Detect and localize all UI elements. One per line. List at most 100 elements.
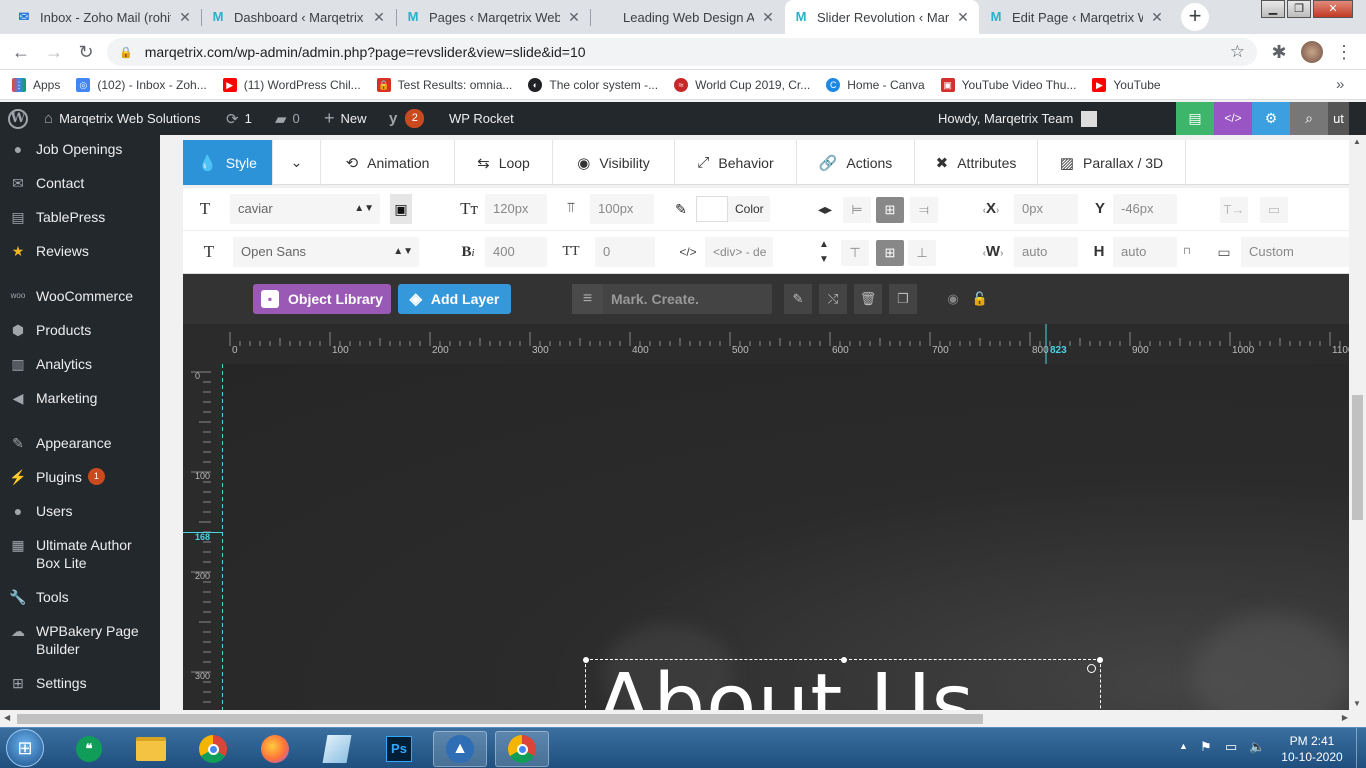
align-bottom-button[interactable]: ⊥ [908,240,936,266]
hamburger-icon[interactable]: ≡ [572,284,603,314]
edit-pencil-icon[interactable]: ✎ [784,284,812,314]
sidebar-item-woocommerce[interactable]: woo WooCommerce [0,287,160,305]
gear-icon[interactable]: ⚙ [1252,102,1290,135]
html-tag-select[interactable]: <div> - de [705,237,773,267]
bookmark-item[interactable]: ≈ World Cup 2019, Cr... [674,77,810,92]
browser-tab[interactable]: M Edit Page ‹ Marqetrix We ✕ [980,0,1173,34]
my-account-link[interactable]: Howdy, Marqetrix Team [938,102,1098,135]
scroll-right-icon[interactable]: ▶ [1342,713,1348,722]
slide-canvas[interactable]: 0 100 200 300 168 About Us [183,364,1349,710]
eye-toggle-icon[interactable]: ◉ [943,284,963,314]
tab-style[interactable]: 💧 Style [183,140,273,185]
shuffle-icon[interactable]: ⤭ [819,284,847,314]
sidebar-item-reviews[interactable]: ★ Reviews [0,242,160,260]
url-field[interactable]: 🔒 marqetrix.com/wp-admin/admin.php?page=… [107,38,1257,66]
new-tab-button[interactable]: + [1181,3,1209,31]
save-preset-icon[interactable]: ▣ [390,194,412,224]
color-swatch[interactable] [696,196,728,222]
taskbar-app-active[interactable] [495,731,549,767]
line-height-input[interactable]: 100px [590,194,654,224]
taskbar-app[interactable] [310,731,364,767]
duplicate-icon[interactable]: ❐ [889,284,917,314]
sidebar-item-users[interactable]: ● Users [0,502,160,520]
align-right-button[interactable]: ⫤ [910,197,938,223]
taskbar-app[interactable]: ❝ [62,731,116,767]
search-icon[interactable]: ⌕ [1290,102,1328,135]
extensions-icon[interactable]: ✱ [1267,40,1291,64]
close-icon[interactable]: ✕ [955,9,971,26]
tab-visibility[interactable]: ◉ Visibility [553,140,675,185]
browser-tab[interactable]: ✉ Inbox - Zoho Mail (rohit ✕ [8,0,201,34]
height-input[interactable]: auto [1113,237,1177,267]
network-icon[interactable]: ▭ [1225,739,1237,755]
width-input[interactable]: auto [1014,237,1078,267]
close-icon[interactable]: ✕ [177,9,193,26]
browser-tab[interactable]: M Dashboard ‹ Marqetrix W ✕ [202,0,395,34]
unlock-icon[interactable]: 🔓 [970,284,990,314]
scroll-thumb[interactable] [1352,395,1363,520]
taskbar-app[interactable] [186,731,240,767]
sidebar-item-products[interactable]: ⬢ Products [0,321,160,339]
maximize-button[interactable]: ❐ [1287,0,1311,18]
font-weight-input[interactable]: 400 [485,237,547,267]
resize-handle[interactable] [583,657,589,663]
tab-behavior[interactable]: ⤢ Behavior [675,140,797,185]
taskbar-app[interactable] [124,731,178,767]
new-content-link[interactable]: + New [324,102,367,135]
tab-actions[interactable]: 🔗 Actions [797,140,915,185]
sidebar-item-wpbakery[interactable]: ☁ WPBakery Page Builder [0,622,160,658]
tab-loop[interactable]: ⇆ Loop [455,140,553,185]
clock[interactable]: PM 2:41 10-10-2020 [1278,733,1346,765]
layer-box-button[interactable]: ▭ [1260,197,1288,223]
yoast-link[interactable]: y2 [389,102,425,135]
site-name-link[interactable]: ⌂ Marqetrix Web Solutions [44,102,200,135]
rotate-handle[interactable] [1087,664,1096,673]
text-layer-selection[interactable]: About Us [583,657,1103,710]
taskbar-app[interactable] [248,731,302,767]
bookmark-item[interactable]: C Home - Canva [826,77,925,92]
sidebar-item-appearance[interactable]: ✎ Appearance [0,434,160,452]
resize-handle[interactable] [1097,657,1103,663]
sidebar-item-contact[interactable]: ✉ Contact [0,174,160,192]
align-middle-button[interactable]: ⊞ [876,240,904,266]
sidebar-item-job-openings[interactable]: ● Job Openings [0,140,160,158]
bookmark-item[interactable]: ◎ (102) - Inbox - Zoh... [76,77,207,92]
forward-icon[interactable]: → [42,40,66,64]
font-preset-select[interactable]: caviar ▲▼ [230,194,380,224]
y-position-input[interactable]: -46px [1113,194,1177,224]
tab-dropdown[interactable]: ⌄ [273,140,321,185]
bookmark-item[interactable]: ▣ YouTube Video Thu... [940,77,1076,92]
sidebar-item-tools[interactable]: 🔧 Tools [0,588,160,606]
volume-icon[interactable]: 🔈 [1249,739,1265,755]
tab-attributes[interactable]: ✖ Attributes [915,140,1038,185]
align-left-button[interactable]: ⊨ [843,197,871,223]
tab-animation[interactable]: ⟲ Animation [321,140,455,185]
bookmark-item[interactable]: 🔒 Test Results: omnia... [376,77,512,92]
bookmark-item[interactable]: ◐ The color system -... [528,77,658,92]
reload-icon[interactable]: ↻ [74,40,98,64]
sidebar-item-marketing[interactable]: ◀ Marketing [0,389,160,407]
add-layer-button[interactable]: ◈ Add Layer [398,284,511,314]
scroll-up-icon[interactable]: ▲ [1353,137,1361,146]
code-icon[interactable]: </> [1214,102,1252,135]
font-size-input[interactable]: 120px [485,194,547,224]
action-center-icon[interactable]: ⚑ [1200,739,1212,755]
wp-rocket-link[interactable]: WP Rocket [449,102,514,135]
object-library-button[interactable]: ▪ Object Library [253,284,391,314]
taskbar-app[interactable]: Ps [372,731,426,767]
comments-link[interactable]: ▰ 0 [275,102,300,135]
browser-tab[interactable]: M Pages ‹ Marqetrix Web S ✕ [397,0,590,34]
letter-spacing-input[interactable]: 0 [595,237,655,267]
horizontal-scrollbar[interactable]: ◀ ▶ [0,710,1366,727]
tray-up-icon[interactable]: ▲ [1179,741,1188,751]
scroll-thumb[interactable] [17,714,983,724]
updates-link[interactable]: ⟳ 1 [226,102,252,135]
window-close-button[interactable]: ✕ [1313,0,1353,18]
align-top-button[interactable]: ⊤ [841,240,869,266]
x-position-input[interactable]: 0px [1014,194,1078,224]
scroll-left-icon[interactable]: ◀ [4,713,10,722]
close-icon[interactable]: ✕ [566,9,582,26]
sidebar-item-ultimate-author-box[interactable]: ▦ Ultimate Author Box Lite [0,536,160,572]
sidebar-item-settings[interactable]: ⊞ Settings [0,674,160,692]
close-icon[interactable]: ✕ [760,9,776,26]
